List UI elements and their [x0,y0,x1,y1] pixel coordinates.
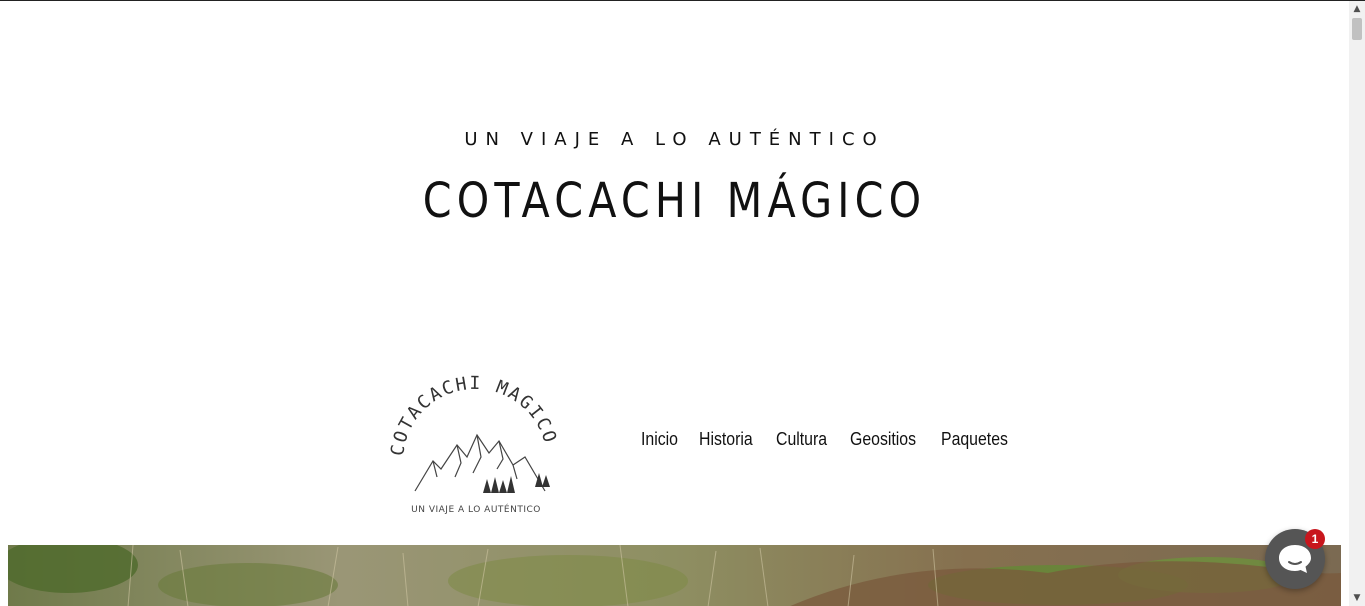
chat-notification-badge: 1 [1305,529,1325,549]
logo-arc-textpath: COTACACHI MAGICO [387,373,559,457]
logo-sub-text: UN VIAJE A LO AUTÉNTICO [411,503,541,515]
hero-image [8,545,1341,606]
page: UN VIAJE A LO AUTÉNTICO COTACACHI MÁGICO… [0,1,1349,606]
nav-item-geositios[interactable]: Geositios [850,429,916,450]
scroll-up-arrow-icon[interactable]: ▲ [1349,1,1365,17]
nav-item-paquetes[interactable]: Paquetes [941,429,1008,450]
site-tagline: UN VIAJE A LO AUTÉNTICO [464,129,885,150]
mountains-icon [414,433,546,492]
nav-item-inicio[interactable]: Inicio [641,429,678,450]
scroll-down-arrow-icon[interactable]: ▼ [1349,590,1365,606]
site-logo[interactable]: COTACACHI MAGICO UN VIAJE A LO AUTÉNTICO [385,361,567,519]
nav-item-historia[interactable]: Historia [699,429,753,450]
nav-item-cultura[interactable]: Cultura [776,429,827,450]
scroll-thumb[interactable] [1352,18,1362,40]
vertical-scrollbar[interactable]: ▲ ▼ [1349,1,1365,606]
main-nav: Inicio Historia Cultura Geositios Paquet… [641,429,1017,450]
site-title: COTACACHI MÁGICO [422,173,927,229]
logo-arc-text: COTACACHI MAGICO [387,373,561,457]
